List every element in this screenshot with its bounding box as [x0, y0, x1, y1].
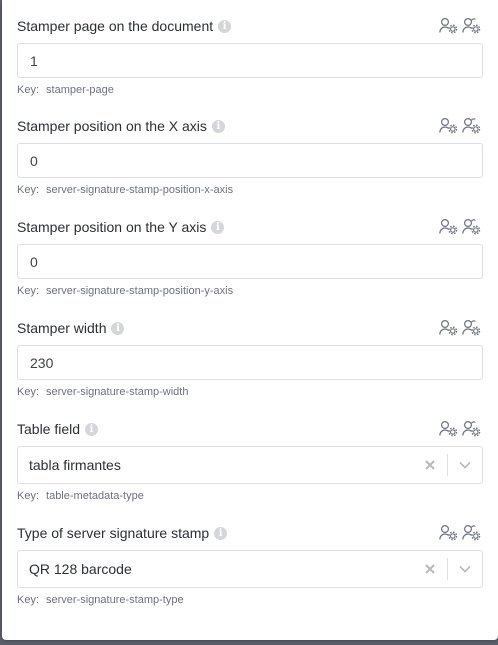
field-position-y: Stamper position on the Y axis i Key: ser… — [17, 217, 483, 297]
group-settings-icon[interactable] — [462, 420, 481, 437]
table-field-select[interactable]: tabla firmantes — [17, 446, 483, 484]
info-icon[interactable]: i — [211, 119, 225, 133]
key-value: server-signature-stamp-type — [46, 594, 184, 606]
key-line: Key: server-signature-stamp-position-x-ax… — [17, 184, 483, 196]
key-value: server-signature-stamp-position-y-axis — [46, 285, 234, 297]
key-label: Key: — [17, 84, 40, 96]
field-stamper-width: Stamper width i Key: server-signature-sta… — [17, 318, 483, 398]
key-line: Key: stamper-page — [17, 84, 483, 96]
user-settings-icon[interactable] — [439, 319, 458, 336]
field-label: Stamper page on the document — [17, 18, 214, 34]
info-icon[interactable]: i — [85, 422, 99, 436]
user-settings-icon[interactable] — [439, 218, 458, 235]
key-value: server-signature-stamp-position-x-axis — [46, 184, 234, 196]
key-value: server-signature-stamp-width — [46, 386, 189, 398]
user-settings-icon[interactable] — [439, 17, 458, 34]
key-line: Key: table-metadata-type — [17, 490, 483, 502]
header-icons — [439, 218, 481, 235]
key-label: Key: — [17, 594, 40, 606]
field-label: Table field — [17, 421, 81, 437]
user-settings-icon[interactable] — [439, 524, 458, 541]
key-label: Key: — [17, 490, 40, 502]
key-label: Key: — [17, 285, 40, 297]
header-icons — [439, 17, 481, 34]
key-value: table-metadata-type — [46, 490, 144, 502]
info-icon[interactable]: i — [218, 19, 232, 33]
field-stamper-page: Stamper page on the document i Key: stamp… — [17, 16, 483, 96]
key-value: stamper-page — [46, 84, 114, 96]
key-line: Key: server-signature-stamp-position-y-ax… — [17, 285, 483, 297]
header-icons — [439, 319, 481, 336]
header-icons — [439, 117, 481, 134]
user-settings-icon[interactable] — [439, 420, 458, 437]
info-icon[interactable]: i — [214, 526, 228, 540]
chevron-down-icon[interactable] — [448, 456, 482, 474]
info-icon[interactable]: i — [211, 220, 225, 234]
field-label: Stamper position on the X axis — [17, 118, 207, 134]
info-icon[interactable]: i — [111, 321, 125, 335]
key-label: Key: — [17, 386, 40, 398]
user-settings-icon[interactable] — [439, 117, 458, 134]
group-settings-icon[interactable] — [462, 524, 481, 541]
position-y-input[interactable] — [17, 244, 483, 279]
select-value: QR 128 barcode — [29, 561, 132, 577]
field-table: Table field i tabla firmantes Key: table… — [17, 419, 483, 502]
field-header: Table field i — [17, 419, 483, 439]
group-settings-icon[interactable] — [462, 218, 481, 235]
field-header: Stamper position on the X axis i — [17, 116, 483, 136]
stamper-width-input[interactable] — [17, 345, 483, 380]
clear-icon[interactable] — [421, 456, 439, 474]
chevron-down-icon[interactable] — [448, 560, 482, 578]
select-value: tabla firmantes — [29, 457, 121, 473]
field-position-x: Stamper position on the X axis i Key: ser… — [17, 116, 483, 196]
field-header: Stamper page on the document i — [17, 16, 483, 36]
group-settings-icon[interactable] — [462, 17, 481, 34]
header-icons — [439, 420, 481, 437]
key-label: Key: — [17, 184, 40, 196]
field-label: Stamper width — [17, 320, 107, 336]
field-header: Stamper position on the Y axis i — [17, 217, 483, 237]
group-settings-icon[interactable] — [462, 319, 481, 336]
field-header: Stamper width i — [17, 318, 483, 338]
key-line: Key: server-signature-stamp-width — [17, 386, 483, 398]
stamp-type-select[interactable]: QR 128 barcode — [17, 550, 483, 588]
settings-panel: Stamper page on the document i Key: stamp… — [2, 0, 498, 640]
position-x-input[interactable] — [17, 143, 483, 178]
field-stamp-type: Type of server signature stamp i QR 128 … — [17, 523, 483, 606]
header-icons — [439, 524, 481, 541]
key-line: Key: server-signature-stamp-type — [17, 594, 483, 606]
group-settings-icon[interactable] — [462, 117, 481, 134]
clear-icon[interactable] — [421, 560, 439, 578]
field-label: Type of server signature stamp — [17, 525, 210, 541]
field-label: Stamper position on the Y axis — [17, 219, 207, 235]
stamper-page-input[interactable] — [17, 43, 483, 78]
field-header: Type of server signature stamp i — [17, 523, 483, 543]
